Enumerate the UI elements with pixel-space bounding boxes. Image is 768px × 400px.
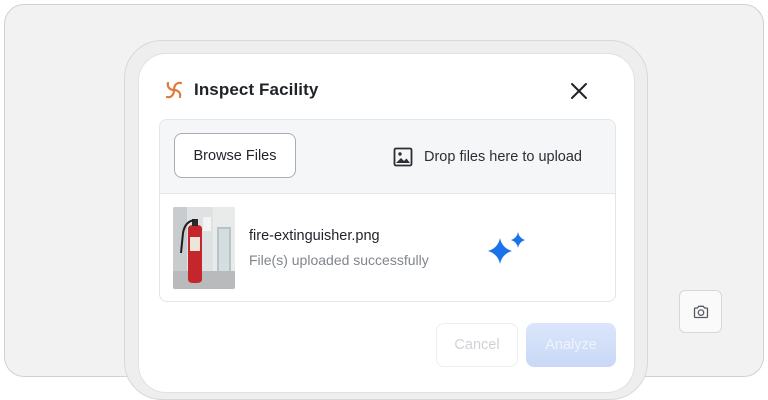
drop-zone[interactable]: Drop files here to upload: [393, 146, 582, 168]
dialog-title: Inspect Facility: [194, 80, 319, 99]
file-thumbnail: [173, 207, 235, 289]
uploaded-file-row: fire-extinguisher.png File(s) uploaded s…: [160, 193, 615, 301]
drop-text: Drop files here to upload: [424, 149, 582, 165]
upload-card: Browse Files Drop files here to upload f…: [159, 119, 616, 302]
cancel-button[interactable]: Cancel: [436, 323, 518, 367]
browse-files-button[interactable]: Browse Files: [174, 133, 296, 178]
inspect-dialog: Inspect Facility Browse Files Drop files…: [138, 53, 635, 393]
swirl-logo-icon: [165, 81, 183, 99]
upload-status: File(s) uploaded successfully: [249, 252, 429, 268]
sparkle-icon: [488, 232, 525, 264]
camera-button[interactable]: [679, 290, 722, 333]
dialog-header: Inspect Facility: [139, 54, 634, 122]
file-name: fire-extinguisher.png: [249, 228, 380, 244]
image-icon: [393, 147, 413, 167]
camera-icon: [693, 305, 708, 318]
upload-bar[interactable]: Browse Files Drop files here to upload: [160, 120, 615, 194]
analyze-button[interactable]: Analyze: [526, 323, 616, 367]
close-icon[interactable]: [569, 81, 589, 101]
